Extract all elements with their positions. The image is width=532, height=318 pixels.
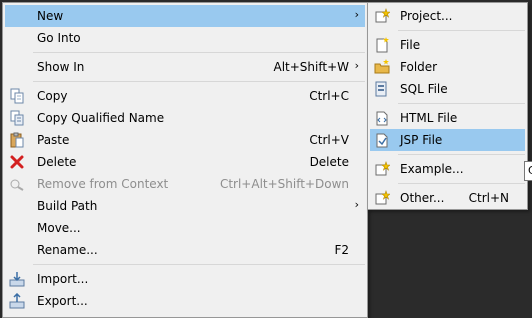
context-menu: New › Go Into Show In Alt+Shift+W › Copy… <box>2 2 368 318</box>
menu-item-shortcut: F2 <box>334 243 349 257</box>
menu-separator <box>33 81 365 82</box>
menu-item-label: Go Into <box>37 31 81 45</box>
menu-item-label: Remove from Context <box>37 177 169 191</box>
menu-item-remove-from-context[interactable]: Remove from Context Ctrl+Alt+Shift+Down <box>5 173 365 195</box>
submenu-item-shortcut: Ctrl+N <box>468 191 509 205</box>
menu-item-label: Copy <box>37 89 68 103</box>
submenu-item-folder[interactable]: Folder <box>370 56 525 78</box>
menu-item-shortcut: Ctrl+Alt+Shift+Down <box>219 177 349 191</box>
submenu-item-label: HTML File <box>400 111 458 125</box>
menu-item-label: Paste <box>37 133 70 147</box>
menu-separator <box>398 183 525 184</box>
menu-item-show-in[interactable]: Show In Alt+Shift+W › <box>5 56 365 78</box>
new-example-icon <box>374 161 390 177</box>
import-icon <box>9 271 25 287</box>
menu-item-label: New <box>37 9 64 23</box>
menu-separator <box>33 264 365 265</box>
menu-separator <box>33 52 365 53</box>
submenu-item-label: Project... <box>400 9 453 23</box>
menu-separator <box>398 103 525 104</box>
jsp-file-icon <box>374 132 390 148</box>
sql-file-icon <box>374 81 390 97</box>
submenu-item-label: File <box>400 38 421 52</box>
editor-background <box>370 210 532 318</box>
submenu-item-file[interactable]: File <box>370 34 525 56</box>
menu-item-shortcut: Alt+Shift+W <box>273 60 350 74</box>
submenu-item-jsp-file[interactable]: JSP File <box>370 129 525 151</box>
submenu-item-label: JSP File <box>400 133 443 147</box>
menu-item-label: Export... <box>37 294 88 308</box>
submenu-item-example[interactable]: Example... <box>370 158 525 180</box>
submenu-item-label: Example... <box>400 162 464 176</box>
menu-item-import[interactable]: Import... <box>5 268 365 290</box>
menu-item-label: Build Path <box>37 199 98 213</box>
delete-icon <box>9 154 25 170</box>
menu-item-label: Import... <box>37 272 89 286</box>
tooltip: C <box>524 161 532 181</box>
copy-qualified-name-icon <box>9 110 25 126</box>
html-file-icon <box>374 110 390 126</box>
submenu-item-label: Folder <box>400 60 438 74</box>
remove-from-context-icon <box>9 176 25 192</box>
submenu-arrow-icon: › <box>354 198 359 211</box>
menu-item-copy-qualified-name[interactable]: Copy Qualified Name <box>5 107 365 129</box>
copy-icon <box>9 88 25 104</box>
menu-item-move[interactable]: Move... <box>5 217 365 239</box>
menu-item-copy[interactable]: Copy Ctrl+C <box>5 85 365 107</box>
new-project-icon <box>374 8 390 24</box>
menu-item-label: Delete <box>37 155 77 169</box>
submenu-arrow-icon: › <box>354 59 359 72</box>
submenu-item-html-file[interactable]: HTML File <box>370 107 525 129</box>
new-submenu: Project... File Folder SQL File HTML Fil… <box>367 2 528 210</box>
submenu-item-label: SQL File <box>400 82 448 96</box>
menu-item-build-path[interactable]: Build Path › <box>5 195 365 217</box>
menu-item-go-into[interactable]: Go Into <box>5 27 365 49</box>
menu-item-rename[interactable]: Rename... F2 <box>5 239 365 261</box>
menu-item-shortcut: Delete <box>309 155 349 169</box>
menu-item-paste[interactable]: Paste Ctrl+V <box>5 129 365 151</box>
menu-item-label: Rename... <box>37 243 98 257</box>
menu-item-shortcut: Ctrl+V <box>309 133 349 147</box>
menu-item-label: Move... <box>37 221 81 235</box>
menu-item-export[interactable]: Export... <box>5 290 365 312</box>
submenu-item-project[interactable]: Project... <box>370 5 525 27</box>
submenu-item-sql-file[interactable]: SQL File <box>370 78 525 100</box>
menu-item-label: Copy Qualified Name <box>37 111 165 125</box>
menu-item-new[interactable]: New › <box>5 5 365 27</box>
menu-separator <box>398 154 525 155</box>
submenu-arrow-icon: › <box>354 8 359 21</box>
menu-separator <box>398 30 525 31</box>
new-folder-icon <box>374 59 390 75</box>
menu-item-label: Show In <box>37 60 85 74</box>
new-file-icon <box>374 37 390 53</box>
export-icon <box>9 293 25 309</box>
submenu-item-other[interactable]: Other... Ctrl+N <box>370 187 525 209</box>
new-other-icon <box>374 190 390 206</box>
menu-item-shortcut: Ctrl+C <box>309 89 349 103</box>
paste-icon <box>9 132 25 148</box>
menu-item-delete[interactable]: Delete Delete <box>5 151 365 173</box>
submenu-item-label: Other... <box>400 191 445 205</box>
